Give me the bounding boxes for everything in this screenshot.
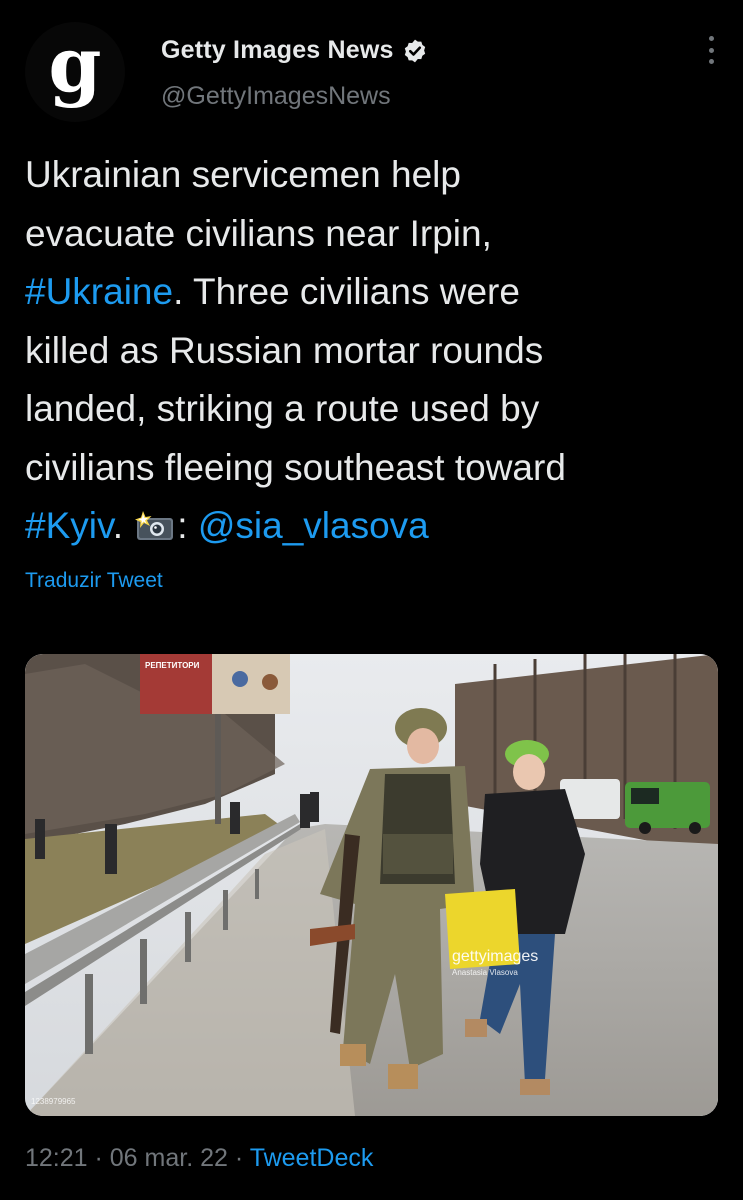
tweet-text-segment: . bbox=[112, 505, 134, 546]
photo-scene: РЕПЕТИТОРИ gettyimages Anastasia Vlasova… bbox=[25, 654, 718, 1116]
tweet-text-segment: landed, striking a route used by bbox=[25, 388, 540, 429]
more-dot-icon bbox=[708, 36, 714, 41]
avatar-logo: g bbox=[48, 20, 102, 109]
verified-badge-icon bbox=[404, 39, 425, 62]
camera-flash-icon bbox=[135, 511, 174, 540]
mention-link[interactable]: @sia_vlasova bbox=[198, 505, 429, 546]
tweet-date[interactable]: 06 mar. 22 bbox=[110, 1144, 228, 1172]
tweet-text-line: civilians fleeing southeast toward bbox=[25, 439, 725, 498]
tweet-photo[interactable]: РЕПЕТИТОРИ gettyimages Anastasia Vlasova… bbox=[25, 654, 718, 1116]
tweet-text-line: evacuate civilians near Irpin, bbox=[25, 205, 725, 264]
more-dot-icon bbox=[708, 47, 714, 53]
tweet: g Getty Images News @GettyImagesNews Ukr… bbox=[0, 0, 743, 1200]
tweet-footer: 12:21 · 06 mar. 22 · TweetDeck bbox=[25, 1144, 373, 1173]
tweet-header: g Getty Images News @GettyImagesNews bbox=[25, 22, 725, 122]
tweet-text: Ukrainian servicemen help evacuate civili… bbox=[25, 146, 725, 556]
user-handle[interactable]: @GettyImagesNews bbox=[161, 82, 391, 111]
more-dot-icon bbox=[708, 59, 714, 64]
tweet-text-segment: . Three civilians were bbox=[173, 271, 520, 312]
more-options-button[interactable] bbox=[701, 36, 721, 64]
photo-credit: Anastasia Vlasova bbox=[452, 968, 518, 977]
footer-separator: · bbox=[87, 1144, 110, 1172]
image-id: 1238979965 bbox=[31, 1097, 76, 1106]
tweet-text-segment: killed as Russian mortar rounds bbox=[25, 329, 544, 371]
footer-separator: · bbox=[227, 1144, 250, 1172]
display-name[interactable]: Getty Images News bbox=[161, 36, 394, 65]
tweet-time[interactable]: 12:21 bbox=[25, 1144, 88, 1172]
hashtag-link[interactable]: #Ukraine bbox=[25, 271, 173, 312]
tweet-text-segment: Ukrainian servicemen help bbox=[25, 154, 461, 195]
billboard-text: РЕПЕТИТОРИ bbox=[145, 661, 200, 670]
tweet-text-segment: evacuate civilians near Irpin, bbox=[25, 212, 492, 254]
tweet-text-segment: : bbox=[177, 505, 198, 546]
hashtag-link[interactable]: #Kyiv bbox=[25, 505, 113, 546]
tweet-text-line: killed as Russian mortar rounds bbox=[25, 322, 725, 381]
tweet-text-line: Ukrainian servicemen help bbox=[25, 146, 725, 205]
tweet-text-line: #Kyiv. : @sia_vlasova bbox=[25, 497, 725, 556]
tweet-source-link[interactable]: TweetDeck bbox=[250, 1144, 374, 1172]
tweet-text-segment: civilians fleeing southeast toward bbox=[25, 446, 566, 488]
translate-tweet-link[interactable]: Traduzir Tweet bbox=[25, 569, 163, 593]
tweet-text-line: landed, striking a route used by bbox=[25, 380, 725, 439]
tweet-text-line: #Ukraine. Three civilians were bbox=[25, 263, 725, 322]
avatar[interactable]: g bbox=[25, 22, 125, 122]
name-row[interactable]: Getty Images News bbox=[161, 36, 428, 65]
getty-watermark: gettyimages bbox=[452, 948, 538, 965]
